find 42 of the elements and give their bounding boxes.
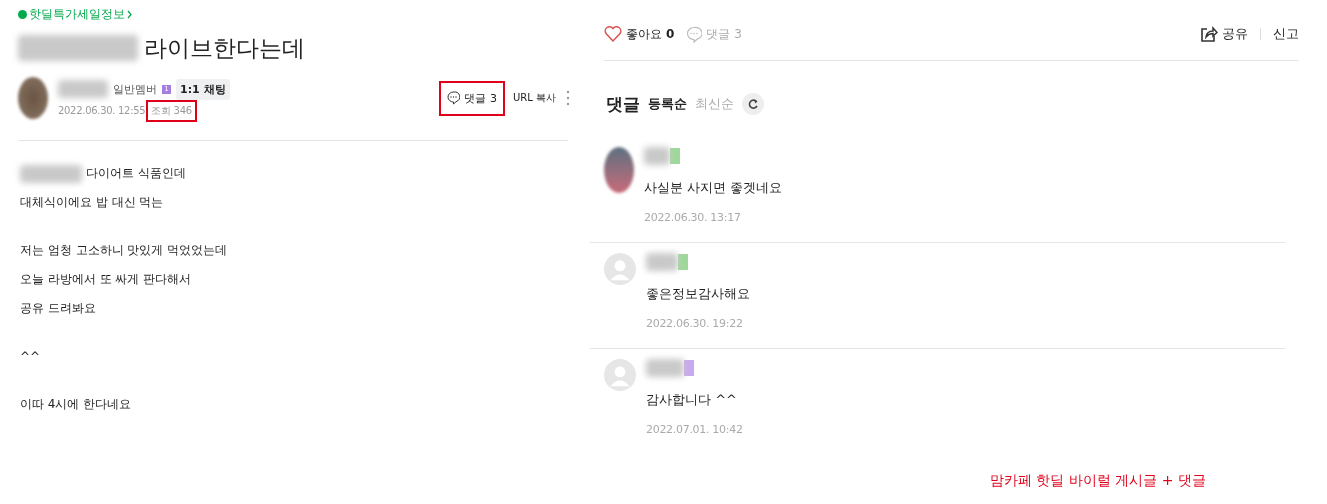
avatar-icon [604,253,636,285]
body-text: 오늘 라방에서 또 싸게 판다해서 [20,271,192,288]
share-icon [1200,25,1218,43]
body-text: 다이어트 식품인데 [86,165,186,182]
comment-text: 좋은정보감사해요 [646,285,750,303]
share-button[interactable]: 공유 [1200,25,1248,43]
heart-icon [604,25,622,43]
redacted-text [58,80,108,98]
comment-date: 2022.06.30. 13:17 [644,211,742,224]
post-date: 2022.06.30. 12:55 [58,105,146,116]
dot-icon [18,9,27,19]
body-text: 이따 4시에 한다네요 [20,396,132,413]
comment-text: 사실분 사지면 좋겟네요 [644,179,783,197]
report-button[interactable]: 신고 [1273,25,1299,43]
chevron-right-icon [127,9,132,19]
like-button[interactable]: 좋아요 0 [604,25,675,43]
caption: 맘카페 핫딜 바이럴 게시글 + 댓글 [990,472,1206,490]
body-text: 대체식이에요 밥 대신 먹는 [20,194,164,211]
post-title: 라이브한다는데 [144,33,305,63]
redacted-text [644,147,670,165]
speech-bubble-icon [686,25,703,43]
redacted-text [646,359,684,377]
body-text: 공유 드려봐요 [20,300,96,317]
avatar [604,147,634,193]
member-rank: 일반멤버 [113,81,157,97]
comment-date: 2022.07.01. 10:42 [646,423,743,436]
avatar [18,77,48,119]
chat-button[interactable]: 1:1 채팅 [176,78,230,100]
comment-text: 감사합니다 ^^ [646,391,738,409]
more-options-icon[interactable] [566,90,570,106]
refresh-button[interactable] [742,93,764,115]
speech-bubble-icon [447,91,461,105]
body-text: 저는 엄청 고소하니 맛있게 먹었었는데 [20,242,228,259]
comments-heading: 댓글 [606,92,640,116]
refresh-icon [747,98,759,110]
comment-date: 2022.06.30. 19:22 [646,317,744,330]
sort-option[interactable]: 등록순 [648,95,687,113]
avatar-icon [604,359,636,391]
body-text: ^^ [20,349,41,364]
redacted-text [646,253,678,271]
url-copy-button[interactable]: URL 복사 [512,91,556,105]
comment-button[interactable]: 댓글 3 [441,82,503,114]
